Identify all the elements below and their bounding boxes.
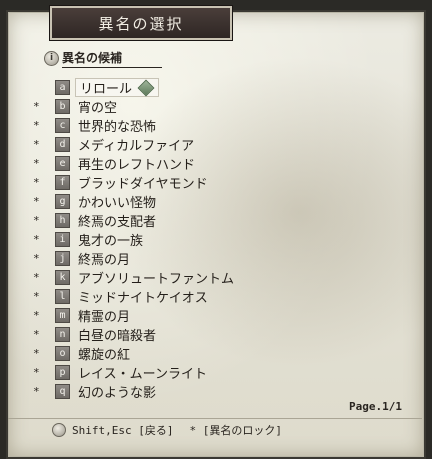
hint-lock: * [異名のロック] bbox=[189, 424, 282, 437]
lock-mark: * bbox=[33, 176, 40, 189]
lock-mark: * bbox=[33, 385, 40, 398]
alias-name: 世界的な恐怖 bbox=[78, 120, 157, 135]
alias-name-wrap: アブソリュートファントム bbox=[78, 268, 234, 287]
alias-row-g[interactable]: * g かわいい怪物 bbox=[30, 192, 234, 211]
hotkey-badge[interactable]: q bbox=[55, 384, 70, 399]
alias-list: a リロール * b 宵の空 * c 世界的な恐怖 * d メディカルファイア * e 再生のレフトハンド… bbox=[30, 78, 234, 401]
alias-name: 螺旋の紅 bbox=[78, 348, 131, 363]
section-label: 異名の候補 bbox=[62, 49, 163, 68]
alias-row-l[interactable]: * l ミッドナイトケイオス bbox=[30, 287, 234, 306]
lock-mark: * bbox=[33, 347, 40, 360]
alias-name: 鬼才の一族 bbox=[78, 234, 144, 249]
lock-mark: * bbox=[33, 328, 40, 341]
hotkey-badge[interactable]: o bbox=[55, 346, 70, 361]
hotkey-badge[interactable]: f bbox=[55, 175, 70, 190]
alias-name-wrap: レイス・ムーンライト bbox=[78, 363, 207, 382]
hotkey-badge[interactable]: a bbox=[55, 80, 70, 95]
alias-name-wrap: 再生のレフトハンド bbox=[78, 154, 195, 173]
hotkey-badge[interactable]: p bbox=[55, 365, 70, 380]
alias-name: かわいい怪物 bbox=[78, 196, 157, 211]
alias-row-a[interactable]: a リロール bbox=[30, 78, 234, 97]
hotkey-badge[interactable]: i bbox=[55, 232, 70, 247]
lock-mark: * bbox=[33, 195, 40, 208]
lock-mark: * bbox=[33, 290, 40, 303]
lock-mark: * bbox=[33, 214, 40, 227]
alias-name: 白昼の暗殺者 bbox=[78, 329, 157, 344]
lock-mark: * bbox=[33, 157, 40, 170]
alias-name: アブソリュートファントム bbox=[78, 272, 235, 287]
alias-name: レイス・ムーンライト bbox=[78, 367, 207, 382]
alias-row-b[interactable]: * b 宵の空 bbox=[30, 97, 234, 116]
lock-mark: * bbox=[33, 252, 40, 265]
alias-name-wrap: 幻のような影 bbox=[78, 382, 156, 401]
alias-name-wrap: 螺旋の紅 bbox=[78, 344, 130, 363]
alias-row-m[interactable]: * m 精霊の月 bbox=[30, 306, 234, 325]
hotkey-badge[interactable]: n bbox=[55, 327, 70, 342]
alias-name: 再生のレフトハンド bbox=[78, 158, 196, 173]
alias-name-wrap: 宵の空 bbox=[78, 97, 117, 116]
lock-mark: * bbox=[33, 119, 40, 132]
lock-mark: * bbox=[33, 138, 40, 151]
alias-name: 精霊の月 bbox=[78, 310, 131, 325]
alias-name: 終焉の月 bbox=[78, 253, 131, 268]
alias-row-n[interactable]: * n 白昼の暗殺者 bbox=[30, 325, 234, 344]
alias-name: 幻のような影 bbox=[78, 386, 157, 401]
alias-name: 終焉の支配者 bbox=[78, 215, 157, 230]
alias-row-o[interactable]: * o 螺旋の紅 bbox=[30, 344, 234, 363]
alias-name-wrap: 終焉の支配者 bbox=[78, 211, 156, 230]
window-title: 異名の選択 bbox=[50, 6, 232, 40]
hotkey-badge[interactable]: b bbox=[55, 99, 70, 114]
hotkey-badge[interactable]: h bbox=[55, 213, 70, 228]
alias-name-wrap: 終焉の月 bbox=[78, 249, 130, 268]
hint-bulb-icon bbox=[52, 423, 66, 437]
page-indicator: Page.1/1 bbox=[349, 400, 402, 413]
lock-mark: * bbox=[33, 271, 40, 284]
alias-name: メディカルファイア bbox=[78, 139, 195, 154]
hint-back: Shift,Esc [戻る] bbox=[72, 424, 174, 437]
alias-name: ミッドナイトケイオス bbox=[78, 291, 208, 306]
section-header: i 異名の候補 bbox=[44, 49, 164, 68]
alias-name-wrap: 精霊の月 bbox=[78, 306, 130, 325]
hotkey-badge[interactable]: d bbox=[55, 137, 70, 152]
alias-name-wrap: 鬼才の一族 bbox=[78, 230, 143, 249]
alias-row-c[interactable]: * c 世界的な恐怖 bbox=[30, 116, 234, 135]
info-icon: i bbox=[44, 50, 59, 66]
alias-name-wrap: ブラッドダイヤモンド bbox=[78, 173, 208, 192]
alias-name: 宵の空 bbox=[78, 101, 118, 116]
lock-mark: * bbox=[33, 233, 40, 246]
alias-name-wrap: 世界的な恐怖 bbox=[78, 116, 156, 135]
hotkey-badge[interactable]: k bbox=[55, 270, 70, 285]
alias-name-wrap: ミッドナイトケイオス bbox=[78, 287, 208, 306]
alias-row-e[interactable]: * e 再生のレフトハンド bbox=[30, 154, 234, 173]
alias-name-wrap: リロール bbox=[75, 78, 160, 97]
alias-row-i[interactable]: * i 鬼才の一族 bbox=[30, 230, 234, 249]
selection-cursor-icon bbox=[137, 79, 155, 96]
alias-name-wrap: 白昼の暗殺者 bbox=[78, 325, 156, 344]
hotkey-badge[interactable]: m bbox=[55, 308, 70, 323]
alias-name: ブラッドダイヤモンド bbox=[78, 177, 208, 192]
hotkey-badge[interactable]: c bbox=[55, 118, 70, 133]
lock-mark: * bbox=[33, 366, 40, 379]
alias-row-k[interactable]: * k アブソリュートファントム bbox=[30, 268, 234, 287]
alias-name-wrap: かわいい怪物 bbox=[78, 192, 156, 211]
alias-row-h[interactable]: * h 終焉の支配者 bbox=[30, 211, 234, 230]
alias-row-j[interactable]: * j 終焉の月 bbox=[30, 249, 234, 268]
lock-mark: * bbox=[33, 309, 40, 322]
lock-mark: * bbox=[33, 100, 40, 113]
alias-row-f[interactable]: * f ブラッドダイヤモンド bbox=[30, 173, 234, 192]
alias-row-d[interactable]: * d メディカルファイア bbox=[30, 135, 234, 154]
footer-hints: Shift,Esc [戻る] * [異名のロック] bbox=[8, 418, 422, 441]
alias-row-p[interactable]: * p レイス・ムーンライト bbox=[30, 363, 234, 382]
alias-name-wrap: メディカルファイア bbox=[78, 135, 194, 154]
hotkey-badge[interactable]: j bbox=[55, 251, 70, 266]
hotkey-badge[interactable]: g bbox=[55, 194, 70, 209]
hotkey-badge[interactable]: e bbox=[55, 156, 70, 171]
alias-row-q[interactable]: * q 幻のような影 bbox=[30, 382, 234, 401]
hotkey-badge[interactable]: l bbox=[55, 289, 70, 304]
alias-name: リロール bbox=[80, 82, 133, 97]
